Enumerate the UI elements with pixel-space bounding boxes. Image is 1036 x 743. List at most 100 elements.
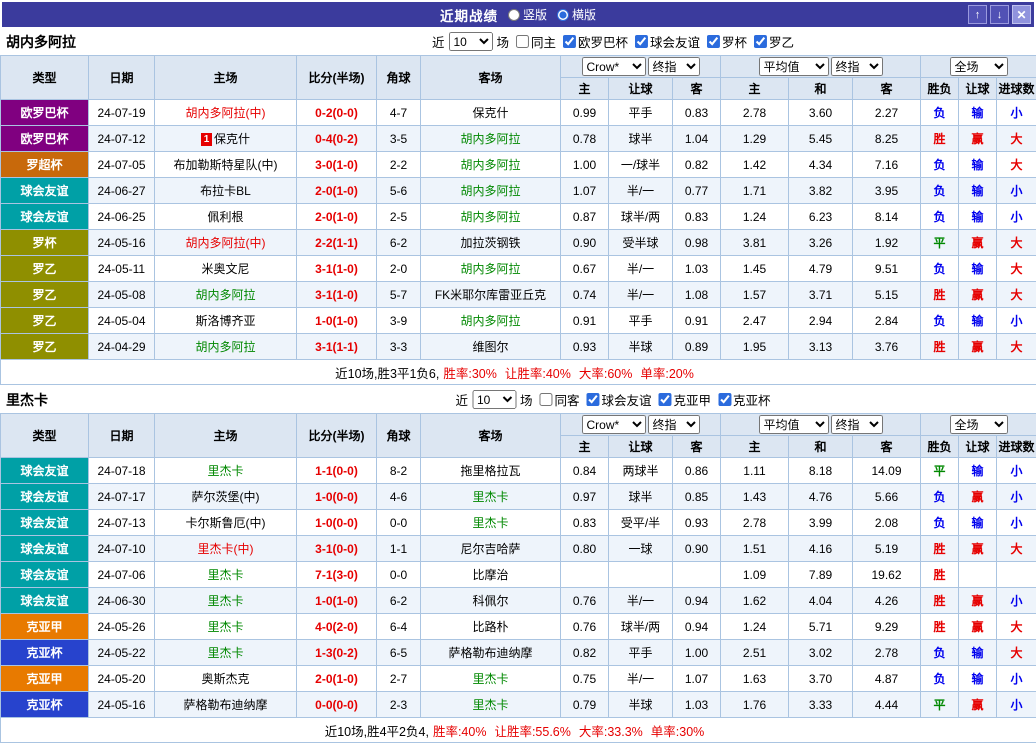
away-cell: 里杰卡 [421, 666, 561, 692]
result-outcome: 胜 [921, 536, 959, 562]
recent-count-select[interactable]: 10 [472, 390, 516, 409]
league-filter-checkbox[interactable] [718, 393, 731, 406]
average-group-header: 平均值终指 [721, 414, 921, 436]
league-filter[interactable]: 克亚甲 [659, 390, 712, 409]
away-team: 里杰卡 [472, 516, 508, 530]
odds-home: 1.07 [561, 178, 609, 204]
league-filter-checkbox[interactable] [707, 35, 720, 48]
result-outcome: 胜 [921, 562, 959, 588]
table-head: 类型日期主场比分(半场)角球客场Crow*终指平均值终指全场主让球客主和客胜负让… [1, 414, 1036, 458]
recent-count-select[interactable]: 10 [448, 32, 492, 51]
avg-home: 2.78 [721, 510, 789, 536]
avg-stage-select[interactable]: 终指 [831, 415, 883, 434]
layout-option-vertical[interactable]: 竖版 [508, 6, 547, 23]
handicap: 两球半 [609, 458, 673, 484]
home-team: 胡内多阿拉 [195, 288, 255, 302]
summary-stat: 胜率:30% [443, 367, 497, 381]
odds-stage-select[interactable]: 终指 [648, 415, 700, 434]
avg-away: 4.87 [853, 666, 921, 692]
home-cell: 米奥文尼 [155, 256, 297, 282]
horizontal-layout-radio[interactable] [557, 9, 569, 21]
league-filter[interactable]: 欧罗巴杯 [563, 32, 628, 51]
avg-stage-select[interactable]: 终指 [831, 57, 883, 76]
result-outcome: 胜 [921, 126, 959, 152]
corners: 0-0 [377, 562, 421, 588]
move-down-button[interactable]: ↓ [990, 5, 1009, 24]
avg-away: 3.95 [853, 178, 921, 204]
avg-home: 1.11 [721, 458, 789, 484]
league-filter-checkbox[interactable] [563, 35, 576, 48]
layout-option-horizontal[interactable]: 横版 [557, 6, 596, 23]
col-header-1: 日期 [89, 414, 155, 458]
league-badge: 克亚杯 [1, 640, 89, 666]
avg-draw: 4.04 [789, 588, 853, 614]
league-filter-checkbox[interactable] [754, 35, 767, 48]
handicap: 一球 [609, 536, 673, 562]
same-venue-filter[interactable]: 同主 [516, 32, 556, 51]
bookmaker-select[interactable]: Crow* [582, 57, 646, 76]
league-filter-checkbox[interactable] [635, 35, 648, 48]
result-handicap: 输 [959, 178, 997, 204]
same-venue-checkbox[interactable] [539, 393, 552, 406]
same-venue-checkbox[interactable] [516, 35, 529, 48]
avg-away: 8.14 [853, 204, 921, 230]
league-filter-label: 欧罗巴杯 [578, 32, 628, 51]
league-filter[interactable]: 球会友谊 [635, 32, 700, 51]
avg-draw: 4.76 [789, 484, 853, 510]
avg-sub-header: 客 [853, 78, 921, 100]
result-handicap: 赢 [959, 484, 997, 510]
league-filter[interactable]: 球会友谊 [587, 390, 652, 409]
match-score: 0-2(0-0) [297, 100, 377, 126]
league-filter[interactable]: 罗乙 [754, 32, 794, 51]
result-handicap: 输 [959, 510, 997, 536]
match-score: 4-0(2-0) [297, 614, 377, 640]
odds-sub-header: 主 [561, 436, 609, 458]
result-handicap: 赢 [959, 588, 997, 614]
corners: 2-0 [377, 256, 421, 282]
vertical-layout-radio[interactable] [508, 9, 520, 21]
home-team: 米奥文尼 [201, 262, 249, 276]
result-handicap: 输 [959, 308, 997, 334]
match-row: 球会友谊24-07-10里杰卡(中)3-1(0-0)1-1尼尔吉哈萨0.80一球… [1, 536, 1036, 562]
bookmaker-select[interactable]: Crow* [582, 415, 646, 434]
result-outcome: 负 [921, 666, 959, 692]
same-venue-label: 同主 [531, 32, 556, 51]
odds-sub-header: 客 [673, 78, 721, 100]
match-row: 球会友谊24-06-25佩利根2-0(1-0)2-5胡内多阿拉0.87球半/两0… [1, 204, 1036, 230]
match-scope-select[interactable]: 全场 [950, 415, 1008, 434]
average-select[interactable]: 平均值 [759, 415, 829, 434]
handicap: 半/一 [609, 666, 673, 692]
avg-away: 7.16 [853, 152, 921, 178]
match-row: 克亚甲24-05-26里杰卡4-0(2-0)6-4比路朴0.76球半/两0.94… [1, 614, 1036, 640]
league-filter-checkbox[interactable] [659, 393, 672, 406]
odds-home: 0.97 [561, 484, 609, 510]
odds-home: 0.76 [561, 588, 609, 614]
home-team: 里杰卡 [207, 464, 243, 478]
corners: 0-0 [377, 510, 421, 536]
corners: 6-2 [377, 588, 421, 614]
league-filter[interactable]: 罗杯 [707, 32, 747, 51]
match-score: 2-0(1-0) [297, 666, 377, 692]
handicap: 半球 [609, 692, 673, 718]
home-team: 布加勒斯特星队(中) [174, 158, 278, 172]
home-team: 胡内多阿拉(中) [186, 106, 266, 120]
away-team: 维图尔 [472, 340, 508, 354]
near-label: 近 [432, 32, 445, 51]
corners: 8-2 [377, 458, 421, 484]
away-team: 胡内多阿拉 [460, 314, 520, 328]
close-button[interactable]: ✕ [1012, 5, 1031, 24]
odds-stage-select[interactable]: 终指 [648, 57, 700, 76]
match-scope-select[interactable]: 全场 [950, 57, 1008, 76]
away-cell: 萨格勒布迪纳摩 [421, 640, 561, 666]
league-filter[interactable]: 克亚杯 [718, 390, 771, 409]
avg-draw: 5.45 [789, 126, 853, 152]
same-venue-filter[interactable]: 同客 [539, 390, 579, 409]
home-team: 里杰卡 [207, 568, 243, 582]
away-team: 胡内多阿拉 [460, 210, 520, 224]
league-filter-checkbox[interactable] [587, 393, 600, 406]
average-select[interactable]: 平均值 [759, 57, 829, 76]
odds-sub-header: 客 [673, 436, 721, 458]
summary-cell: 近10场,胜3平1负6,胜率:30%让胜率:40%大率:60%单率:20% [1, 360, 1036, 385]
move-up-button[interactable]: ↑ [968, 5, 987, 24]
handicap: 半/一 [609, 178, 673, 204]
